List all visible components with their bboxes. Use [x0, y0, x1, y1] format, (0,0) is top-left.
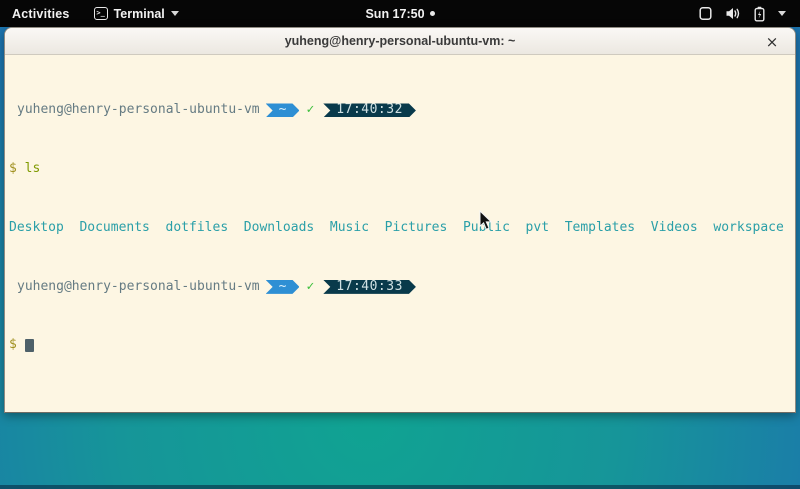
- app-menu-terminal[interactable]: >_ Terminal: [86, 0, 187, 27]
- desktop: Activities >_ Terminal Sun 17:50: [0, 0, 800, 489]
- prompt-time-segment: 17:40:32: [323, 103, 416, 117]
- activities-button[interactable]: Activities: [0, 0, 82, 27]
- mouse-cursor-icon: [479, 210, 493, 231]
- window-title: yuheng@henry-personal-ubuntu-vm: ~: [285, 34, 516, 48]
- check-icon: ✓: [306, 280, 314, 295]
- command-line: $ ls: [9, 162, 795, 177]
- app-menu-label: Terminal: [114, 7, 165, 21]
- chevron-down-icon: [171, 11, 179, 16]
- prompt-directory-segment: ~: [266, 103, 300, 117]
- prompt-dollar: $: [9, 162, 17, 177]
- volume-icon: [725, 6, 741, 21]
- ls-output-line: Desktop Documents dotfiles Downloads Mus…: [9, 221, 795, 236]
- notification-dot: [430, 11, 435, 16]
- prompt-line-2: yuheng@henry-personal-ubuntu-vm ~ ✓ 17:4…: [9, 280, 795, 295]
- terminal-icon: >_: [94, 7, 108, 20]
- check-icon: ✓: [306, 103, 314, 118]
- system-tray[interactable]: [698, 0, 800, 27]
- terminal-content[interactable]: yuheng@henry-personal-ubuntu-vm ~ ✓ 17:4…: [5, 55, 795, 413]
- gnome-top-bar: Activities >_ Terminal Sun 17:50: [0, 0, 800, 27]
- chevron-down-icon: [778, 11, 786, 16]
- terminal-cursor: [25, 339, 34, 352]
- close-button[interactable]: ×: [759, 28, 785, 55]
- screen-icon: [698, 6, 713, 21]
- prompt-time-segment: 17:40:33: [323, 280, 416, 294]
- battery-charging-icon: [753, 6, 766, 22]
- window-titlebar[interactable]: yuheng@henry-personal-ubuntu-vm: ~ ×: [5, 28, 795, 55]
- prompt-dollar: $: [9, 338, 17, 353]
- input-line[interactable]: $: [9, 338, 795, 353]
- clock-label[interactable]: Sun 17:50: [365, 7, 424, 21]
- command-text: ls: [25, 162, 41, 177]
- terminal-window: yuheng@henry-personal-ubuntu-vm: ~ × yuh…: [4, 27, 796, 413]
- prompt-directory-segment: ~: [266, 280, 300, 294]
- prompt-user: yuheng@henry-personal-ubuntu-vm: [17, 103, 260, 118]
- prompt-line-1: yuheng@henry-personal-ubuntu-vm ~ ✓ 17:4…: [9, 103, 795, 118]
- prompt-user: yuheng@henry-personal-ubuntu-vm: [17, 280, 260, 295]
